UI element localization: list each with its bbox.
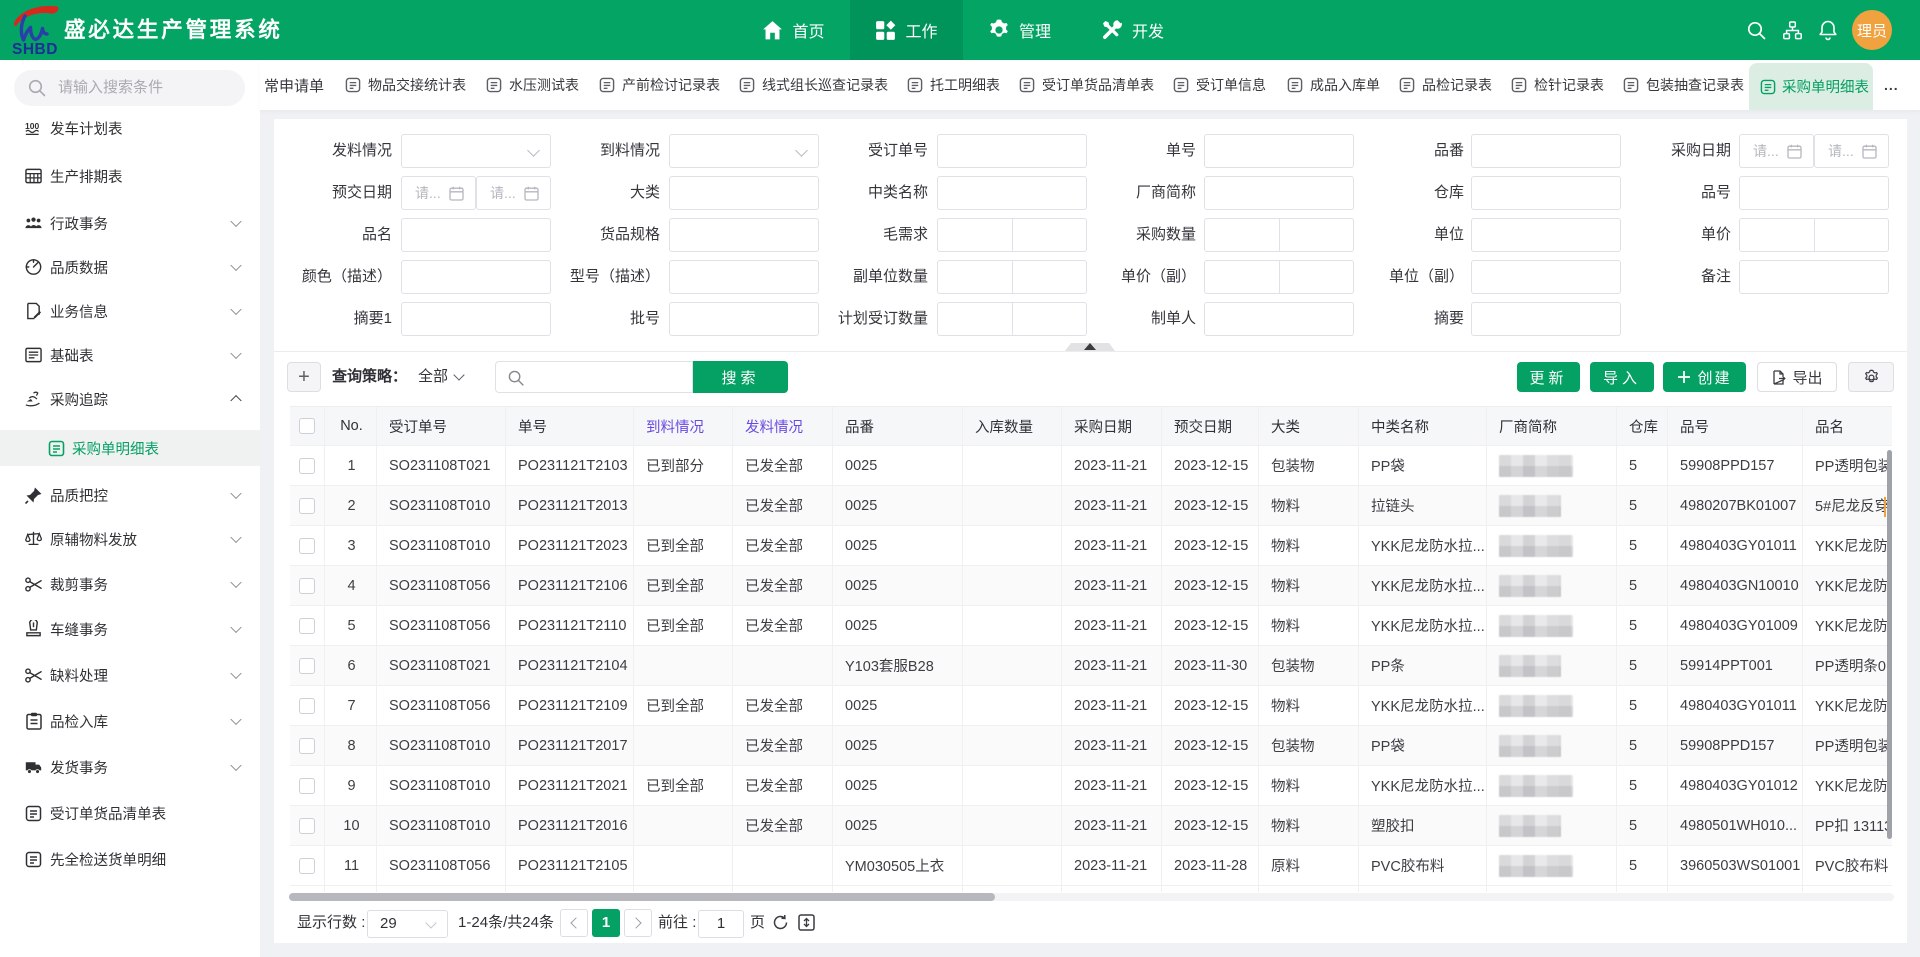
svg-text:SHBD: SHBD — [12, 41, 58, 57]
svg-text:100: 100 — [25, 121, 39, 131]
